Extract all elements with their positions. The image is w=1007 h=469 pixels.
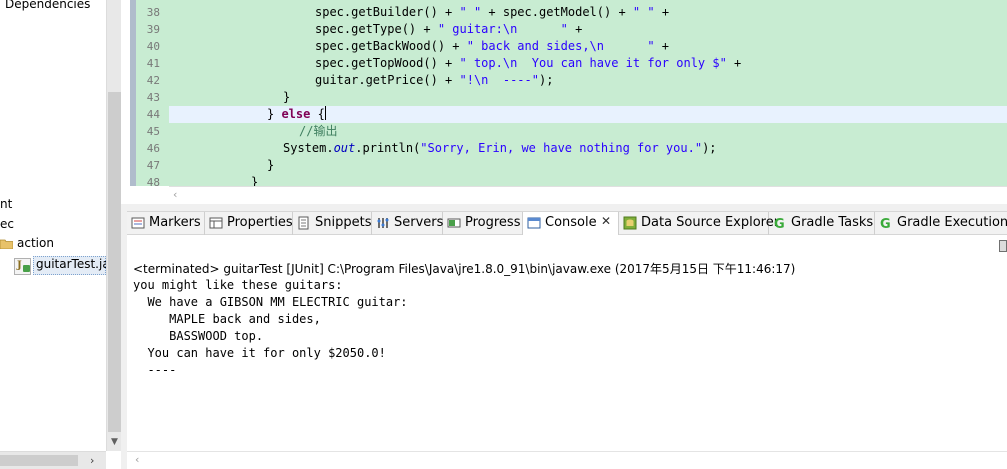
chevron-left-icon[interactable]: ‹ — [173, 188, 177, 201]
explorer-scroll-thumb[interactable] — [108, 92, 121, 432]
scroll-down-arrow-icon[interactable]: ▼ — [109, 436, 120, 448]
snippets-icon — [298, 216, 309, 230]
console-output-line: We have a GIBSON MM ELECTRIC guitar: — [133, 295, 408, 309]
gradle-icon: G — [774, 217, 785, 230]
java-file-icon: J — [14, 258, 31, 275]
line-number: 40 — [146, 40, 160, 53]
tab-gradle-executions[interactable]: G Gradle Executions — [875, 212, 1007, 235]
line-number: 45 — [146, 125, 160, 138]
tab-properties[interactable]: Properties — [205, 212, 293, 235]
code-line-43: } — [283, 90, 291, 104]
code-line-47: } — [267, 158, 275, 172]
chevron-left-icon[interactable]: ‹ — [135, 453, 139, 466]
code-line-40: spec.getBackWood() + " back and sides,\n… — [315, 39, 670, 53]
project-explorer: Dependencies nt ec action J guitarTest.j… — [0, 0, 121, 469]
sash-divider[interactable] — [121, 204, 1007, 211]
line-number: 41 — [146, 57, 160, 70]
explorer-hscroll-thumb[interactable] — [0, 455, 78, 466]
tab-label: Gradle Executions — [897, 215, 1007, 230]
line-number: 48 — [146, 176, 160, 189]
text-cursor — [324, 106, 326, 120]
tab-label: Properties — [227, 215, 293, 230]
code-area[interactable] — [169, 0, 1007, 186]
chevron-right-icon[interactable]: › — [90, 454, 94, 467]
tree-item-guitartest[interactable]: guitarTest.ja — [36, 257, 110, 271]
tree-item-dependencies[interactable]: Dependencies — [5, 0, 90, 11]
data-source-explorer-icon — [623, 216, 637, 230]
line-number: 43 — [146, 91, 160, 104]
line-number: 46 — [146, 142, 160, 155]
tree-item-partial-1[interactable]: nt — [0, 197, 12, 211]
gradle-icon: G — [880, 217, 891, 230]
explorer-horizontal-scrollbar[interactable]: › — [0, 451, 106, 469]
code-line-39: spec.getType() + " guitar:\n " + — [315, 22, 583, 36]
tree-item-partial-2[interactable]: ec — [0, 217, 14, 231]
console-icon — [527, 217, 541, 229]
properties-icon — [209, 217, 223, 229]
console-output-line: you might like these guitars: — [133, 278, 343, 292]
console-process-status: <terminated> guitarTest [JUnit] C:\Progr… — [133, 262, 796, 276]
tab-label: Progress — [465, 215, 521, 230]
console-output-line: MAPLE back and sides, — [133, 312, 321, 326]
svg-text:G: G — [880, 217, 891, 230]
tab-servers[interactable]: Servers — [372, 212, 443, 235]
code-line-44: } else { — [267, 106, 326, 121]
console-view[interactable]: <terminated> guitarTest [JUnit] C:\Progr… — [127, 235, 1007, 469]
close-icon[interactable]: ✕ — [601, 214, 611, 228]
code-line-46: System.out.println("Sorry, Erin, we have… — [283, 141, 717, 155]
tab-label: Markers — [149, 215, 201, 230]
console-output-line: BASSWOOD top. — [133, 329, 264, 343]
tab-snippets[interactable]: Snippets — [293, 212, 372, 235]
tree-item-action[interactable]: action — [17, 236, 54, 250]
line-number: 47 — [146, 159, 160, 172]
tab-gradle-tasks[interactable]: G Gradle Tasks — [769, 212, 875, 235]
tab-console[interactable]: Console ✕ — [523, 212, 619, 235]
line-number: 38 — [146, 6, 160, 19]
tab-progress[interactable]: Progress — [443, 212, 523, 235]
svg-text:G: G — [774, 217, 785, 230]
servers-icon — [377, 218, 389, 228]
bottom-view-tab-strip: Markers Properties Snippets Servers Prog… — [127, 211, 1007, 235]
editor-horizontal-scrollbar[interactable]: ‹ — [169, 186, 1007, 204]
line-number: 39 — [146, 23, 160, 36]
package-folder-icon — [0, 239, 13, 249]
code-line-38: spec.getBuilder() + " " + spec.getModel(… — [315, 5, 670, 19]
tab-data-source-explorer[interactable]: Data Source Explorer — [619, 212, 779, 235]
markers-icon — [131, 217, 145, 229]
code-line-42: guitar.getPrice() + "!\n ----"); — [315, 73, 554, 87]
tab-markers[interactable]: Markers — [127, 212, 205, 235]
line-number: 44 — [146, 108, 160, 121]
console-horizontal-scrollbar[interactable]: ‹ — [127, 451, 1007, 469]
progress-icon — [447, 218, 461, 228]
code-line-45-comment: //输出 — [299, 124, 338, 138]
console-output-line: You can have it for only $2050.0! — [133, 346, 386, 360]
console-toolbar-icon[interactable] — [999, 240, 1007, 252]
tab-label: Servers — [394, 215, 444, 230]
tab-label: Snippets — [315, 215, 372, 230]
explorer-vertical-scrollbar[interactable]: ▼ — [106, 0, 121, 451]
console-output-line: ---- — [133, 363, 177, 377]
tab-label: Gradle Tasks — [791, 215, 874, 230]
annotation-gutter — [121, 0, 130, 186]
code-line-41: spec.getTopWood() + " top.\n You can hav… — [315, 56, 742, 70]
tab-label: Data Source Explorer — [641, 215, 780, 230]
code-editor[interactable]: 38 39 40 41 42 43 44 45 46 47 48 spec.ge… — [121, 0, 1007, 204]
tab-label: Console — [545, 215, 597, 230]
line-number: 42 — [146, 74, 160, 87]
